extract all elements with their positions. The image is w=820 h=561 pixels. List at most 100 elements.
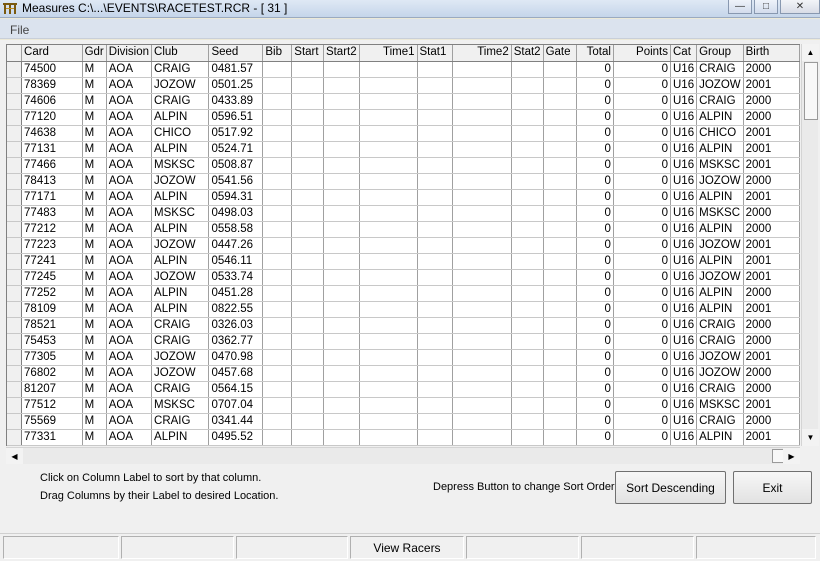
cell-points[interactable]: 0 — [613, 317, 672, 334]
table-row[interactable]: 77305 M AOA JOZOW 0470.98 0 0 U16 JOZOW 2001 — [7, 349, 800, 366]
cell-time1[interactable] — [359, 221, 418, 238]
cell-total[interactable]: 0 — [576, 157, 614, 174]
cell-seed[interactable]: 0596.51 — [208, 109, 264, 126]
cell-bib[interactable] — [262, 285, 293, 302]
cell-stat2[interactable] — [511, 109, 544, 126]
cell-bib[interactable] — [262, 205, 293, 222]
cell-total[interactable]: 0 — [576, 317, 614, 334]
cell-total[interactable]: 0 — [576, 253, 614, 270]
cell-stat1[interactable] — [417, 173, 453, 190]
cell-club[interactable]: ALPIN — [151, 429, 210, 446]
cell-total[interactable]: 0 — [576, 93, 614, 110]
cell-cat[interactable]: U16 — [670, 173, 698, 190]
sort-order-button[interactable]: Sort Descending — [615, 471, 726, 504]
cell-time2[interactable] — [452, 317, 512, 334]
cell-stat1[interactable] — [417, 333, 453, 350]
row-selector[interactable] — [7, 109, 23, 126]
cell-start2[interactable] — [323, 141, 360, 158]
cell-birth[interactable]: 2001 — [743, 237, 800, 254]
cell-stat1[interactable] — [417, 221, 453, 238]
cell-stat2[interactable] — [511, 413, 544, 430]
cell-club[interactable]: JOZOW — [151, 269, 210, 286]
cell-bib[interactable] — [262, 349, 293, 366]
cell-time2[interactable] — [452, 237, 512, 254]
cell-club[interactable]: ALPIN — [151, 141, 210, 158]
cell-stat2[interactable] — [511, 93, 544, 110]
cell-time2[interactable] — [452, 285, 512, 302]
cell-time2[interactable] — [452, 61, 512, 78]
cell-bib[interactable] — [262, 381, 293, 398]
cell-stat2[interactable] — [511, 301, 544, 318]
cell-total[interactable]: 0 — [576, 221, 614, 238]
cell-stat2[interactable] — [511, 205, 544, 222]
cell-gate[interactable] — [543, 349, 578, 366]
cell-club[interactable]: JOZOW — [151, 365, 210, 382]
column-header-stat2[interactable]: Stat2 — [511, 45, 544, 62]
cell-time2[interactable] — [452, 333, 512, 350]
cell-seed[interactable]: 0594.31 — [208, 189, 264, 206]
cell-seed[interactable]: 0326.03 — [208, 317, 264, 334]
table-row[interactable]: 77245 M AOA JOZOW 0533.74 0 0 U16 JOZOW 2001 — [7, 269, 800, 286]
cell-group[interactable]: JOZOW — [696, 77, 744, 94]
cell-points[interactable]: 0 — [613, 349, 672, 366]
row-selector[interactable] — [7, 205, 23, 222]
cell-points[interactable]: 0 — [613, 93, 672, 110]
cell-birth[interactable]: 2000 — [743, 365, 800, 382]
row-selector[interactable] — [7, 221, 23, 238]
cell-gdr[interactable]: M — [82, 189, 107, 206]
cell-gate[interactable] — [543, 413, 578, 430]
minimize-icon[interactable]: — — [728, 0, 752, 14]
cell-division[interactable]: AOA — [106, 125, 153, 142]
cell-seed[interactable]: 0501.25 — [208, 77, 264, 94]
cell-card[interactable]: 77212 — [21, 221, 83, 238]
cell-time2[interactable] — [452, 349, 512, 366]
cell-seed[interactable]: 0451.28 — [208, 285, 264, 302]
column-header-seed[interactable]: Seed — [208, 45, 264, 62]
cell-club[interactable]: CRAIG — [151, 93, 210, 110]
cell-total[interactable]: 0 — [576, 125, 614, 142]
cell-total[interactable]: 0 — [576, 301, 614, 318]
cell-stat1[interactable] — [417, 109, 453, 126]
cell-bib[interactable] — [262, 221, 293, 238]
cell-stat1[interactable] — [417, 237, 453, 254]
scroll-down-icon[interactable]: ▼ — [802, 429, 819, 446]
row-selector[interactable] — [7, 349, 23, 366]
cell-group[interactable]: JOZOW — [696, 269, 744, 286]
cell-division[interactable]: AOA — [106, 141, 153, 158]
cell-points[interactable]: 0 — [613, 221, 672, 238]
cell-group[interactable]: MSKSC — [696, 157, 744, 174]
cell-total[interactable]: 0 — [576, 381, 614, 398]
cell-stat2[interactable] — [511, 429, 544, 446]
column-header-gate[interactable]: Gate — [543, 45, 578, 62]
cell-cat[interactable]: U16 — [670, 141, 698, 158]
cell-birth[interactable]: 2001 — [743, 189, 800, 206]
cell-time1[interactable] — [359, 429, 418, 446]
cell-group[interactable]: JOZOW — [696, 173, 744, 190]
cell-total[interactable]: 0 — [576, 77, 614, 94]
row-selector-header[interactable] — [7, 45, 23, 62]
cell-start[interactable] — [291, 349, 324, 366]
column-header-time1[interactable]: Time1 — [359, 45, 418, 62]
cell-start2[interactable] — [323, 157, 360, 174]
cell-stat1[interactable] — [417, 285, 453, 302]
column-header-gdr[interactable]: Gdr — [82, 45, 107, 62]
cell-stat2[interactable] — [511, 221, 544, 238]
cell-birth[interactable]: 2000 — [743, 93, 800, 110]
cell-group[interactable]: MSKSC — [696, 205, 744, 222]
cell-card[interactable]: 74500 — [21, 61, 83, 78]
cell-start2[interactable] — [323, 253, 360, 270]
cell-time2[interactable] — [452, 429, 512, 446]
cell-start2[interactable] — [323, 317, 360, 334]
cell-card[interactable]: 77331 — [21, 429, 83, 446]
cell-start2[interactable] — [323, 237, 360, 254]
cell-cat[interactable]: U16 — [670, 221, 698, 238]
cell-time2[interactable] — [452, 205, 512, 222]
cell-stat2[interactable] — [511, 157, 544, 174]
cell-division[interactable]: AOA — [106, 429, 153, 446]
cell-time1[interactable] — [359, 397, 418, 414]
racers-grid[interactable]: Card Gdr Division Club Seed Bib Start Start2 Tim… — [6, 44, 800, 446]
cell-total[interactable]: 0 — [576, 141, 614, 158]
cell-club[interactable]: CRAIG — [151, 317, 210, 334]
cell-division[interactable]: AOA — [106, 205, 153, 222]
cell-points[interactable]: 0 — [613, 381, 672, 398]
